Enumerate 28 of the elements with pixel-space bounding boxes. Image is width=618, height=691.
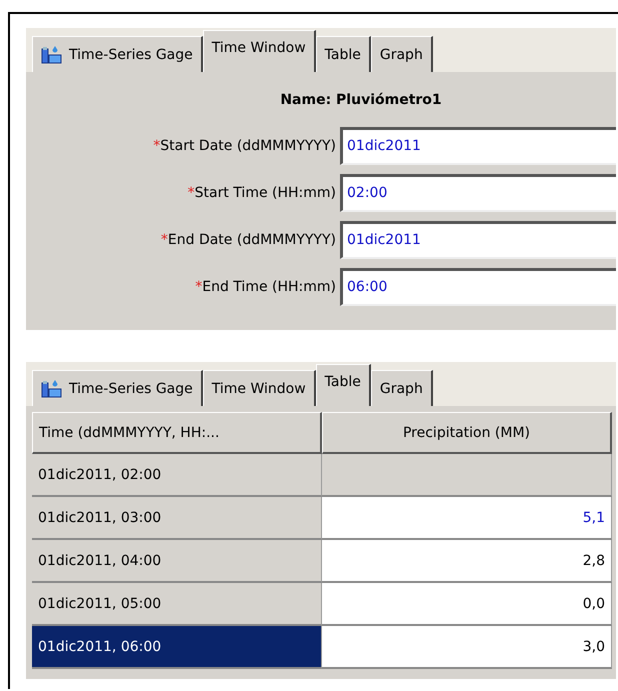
gage-name: Name: Pluviómetro1 (279, 92, 443, 110)
input-field[interactable]: 02:00 (340, 174, 616, 212)
required-mark: * (160, 232, 168, 248)
table-cell[interactable]: 3,0 (322, 626, 612, 669)
table-cell[interactable]: 5,1 (322, 497, 612, 540)
input-field[interactable]: 06:00 (340, 268, 616, 306)
field-label: Start Date (ddMMMYYYY) (160, 138, 336, 154)
table-cell[interactable]: 2,8 (322, 540, 612, 583)
tab[interactable]: Graph (370, 370, 433, 406)
tab[interactable]: Time Window (202, 370, 316, 406)
required-mark: * (153, 138, 160, 154)
input-field[interactable]: 01dic2011 (340, 126, 616, 164)
tab[interactable]: Time-Series Gage (32, 36, 203, 72)
tab[interactable]: Time-Series Gage (32, 370, 203, 406)
tab[interactable]: Table (316, 364, 371, 406)
table-cell[interactable] (322, 454, 612, 497)
field-label: End Date (ddMMMYYYY) (168, 232, 336, 248)
tab[interactable]: Time Window (202, 30, 316, 72)
table-cell[interactable]: 01dic2011, 06:00 (32, 626, 322, 669)
tab[interactable]: Graph (370, 36, 433, 72)
field-label: Start Time (HH:mm) (194, 184, 336, 200)
table-cell[interactable]: 0,0 (322, 583, 612, 626)
field-label: End Time (HH:mm) (202, 278, 336, 294)
column-header[interactable]: Time (ddMMMYYYY, HH:... (32, 412, 322, 454)
required-mark: * (195, 278, 202, 294)
input-field[interactable]: 01dic2011 (340, 220, 616, 258)
required-mark: * (188, 184, 195, 200)
tab[interactable]: Table (316, 36, 371, 72)
